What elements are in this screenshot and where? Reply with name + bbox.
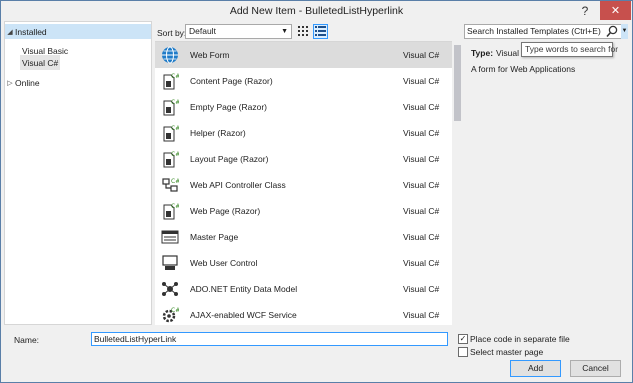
type-value: Visual	[496, 48, 519, 58]
template-name: AJAX-enabled WCF Service	[190, 310, 297, 320]
template-language: Visual C#	[403, 50, 440, 60]
svg-text:C#: C#	[171, 73, 179, 80]
add-button[interactable]: Add	[510, 360, 561, 377]
sort-value: Default	[189, 26, 216, 36]
razor-page-icon: C#	[163, 73, 179, 90]
globe-icon	[162, 46, 178, 64]
list-view-button[interactable]	[313, 24, 328, 39]
template-row[interactable]: ADO.NET Entity Data Model Visual C#	[155, 276, 452, 302]
chevron-down-icon: ▼	[281, 28, 288, 35]
template-name: Content Page (Razor)	[190, 76, 273, 86]
category-tree: ◢ Installed Visual Basic Visual C# ▷ Onl…	[4, 21, 152, 325]
razor-page-icon: C#	[163, 203, 179, 220]
controller-icon: C#	[162, 178, 179, 192]
template-name: Empty Page (Razor)	[190, 102, 267, 112]
template-language: Visual C#	[403, 206, 440, 216]
sort-dropdown[interactable]: Default ▼	[185, 24, 292, 39]
template-row[interactable]: Web Form Visual C#	[155, 42, 452, 68]
tree-item-label: Visual Basic	[22, 45, 69, 56]
master-page-icon	[161, 230, 179, 244]
close-button[interactable]: ✕	[600, 1, 631, 20]
svg-text:C#: C#	[171, 125, 179, 132]
title-bar: Add New Item - BulletedListHyperlink ? ✕	[1, 1, 632, 21]
svg-text:C#: C#	[171, 307, 179, 314]
type-label: Type:	[471, 48, 494, 58]
template-language: Visual C#	[403, 180, 440, 190]
template-row[interactable]: C# AJAX-enabled WCF Service Visual C#	[155, 302, 452, 325]
name-field[interactable]	[91, 332, 448, 346]
expanded-arrow-icon: ◢	[7, 28, 13, 36]
svg-text:C#: C#	[171, 151, 179, 158]
help-button[interactable]: ?	[575, 1, 595, 20]
svg-text:C#: C#	[171, 178, 179, 185]
user-control-icon	[162, 255, 178, 270]
template-language: Visual C#	[403, 154, 440, 164]
select-master-page-label: Select master page	[470, 347, 544, 357]
tree-item-visual-csharp[interactable]: Visual C#	[20, 55, 61, 70]
tree-item-label: Installed	[15, 26, 47, 37]
place-code-checkbox[interactable]: ✓	[458, 334, 468, 344]
template-name: Web User Control	[190, 258, 258, 268]
add-new-item-dialog: Add New Item - BulletedListHyperlink ? ✕…	[0, 0, 633, 383]
svg-text:C#: C#	[171, 203, 179, 210]
search-dropdown-button[interactable]: ▼	[621, 24, 628, 39]
entity-model-icon	[162, 282, 178, 296]
list-view-icon	[315, 26, 326, 36]
template-list: Web Form Visual C# C# Content Page (Razo…	[155, 41, 452, 325]
template-row[interactable]: C# Layout Page (Razor) Visual C#	[155, 146, 452, 172]
search-tooltip: Type words to search for	[521, 42, 618, 57]
razor-page-icon: C#	[163, 99, 179, 116]
dialog-title: Add New Item - BulletedListHyperlink	[229, 5, 404, 17]
name-label: Name:	[14, 335, 40, 345]
tree-item-installed[interactable]: ◢ Installed	[5, 24, 151, 39]
template-language: Visual C#	[403, 102, 440, 112]
sort-by-label: Sort by:	[157, 28, 187, 38]
template-name: Helper (Razor)	[190, 128, 246, 138]
template-language: Visual C#	[403, 76, 440, 86]
template-name: Master Page	[190, 232, 239, 242]
template-name: Web API Controller Class	[190, 180, 286, 190]
template-description: A form for Web Applications	[471, 64, 576, 74]
tree-item-online[interactable]: ▷ Online	[5, 75, 40, 90]
template-language: Visual C#	[403, 232, 440, 242]
template-language: Visual C#	[403, 310, 440, 320]
svg-text:C#: C#	[171, 99, 179, 106]
tree-item-label: Visual C#	[22, 57, 59, 68]
template-row[interactable]: Web User Control Visual C#	[155, 250, 452, 276]
tree-item-label: Online	[15, 77, 40, 88]
template-language: Visual C#	[403, 128, 440, 138]
template-name: Web Form	[190, 50, 230, 60]
template-language: Visual C#	[403, 258, 440, 268]
template-row[interactable]: C# Helper (Razor) Visual C#	[155, 120, 452, 146]
place-code-label: Place code in separate file	[470, 334, 570, 344]
template-name: ADO.NET Entity Data Model	[190, 284, 298, 294]
search-input[interactable]: Search Installed Templates (Ctrl+E)	[464, 24, 622, 39]
template-row[interactable]: C# Empty Page (Razor) Visual C#	[155, 94, 452, 120]
template-row[interactable]: C# Content Page (Razor) Visual C#	[155, 68, 452, 94]
template-name: Layout Page (Razor)	[190, 154, 269, 164]
razor-page-icon: C#	[163, 151, 179, 168]
template-language: Visual C#	[403, 284, 440, 294]
scrollbar-thumb[interactable]	[454, 45, 461, 121]
collapsed-arrow-icon: ▷	[7, 79, 13, 87]
wcf-service-icon: C#	[162, 307, 179, 323]
template-row[interactable]: C# Web Page (Razor) Visual C#	[155, 198, 452, 224]
template-row[interactable]: C# Web API Controller Class Visual C#	[155, 172, 452, 198]
razor-page-icon: C#	[163, 125, 179, 142]
small-icons-view-button[interactable]	[296, 24, 311, 39]
template-name: Web Page (Razor)	[190, 206, 261, 216]
search-icon[interactable]	[606, 25, 618, 38]
template-row[interactable]: Master Page Visual C#	[155, 224, 452, 250]
select-master-page-checkbox[interactable]	[458, 347, 468, 357]
cancel-button[interactable]: Cancel	[570, 360, 621, 377]
grid-view-icon	[298, 26, 308, 36]
